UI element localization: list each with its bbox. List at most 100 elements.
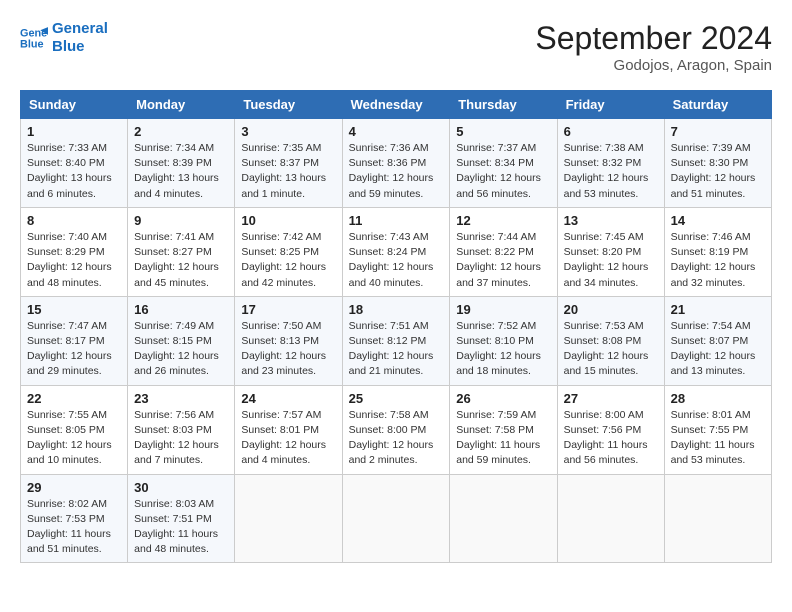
day-number: 14: [671, 213, 765, 228]
calendar-cell: 1 Sunrise: 7:33 AMSunset: 8:40 PMDaylight…: [21, 119, 128, 208]
calendar-cell: 17Sunrise: 7:50 AMSunset: 8:13 PMDayligh…: [235, 296, 342, 385]
day-info: Sunrise: 7:58 AMSunset: 8:00 PMDaylight:…: [349, 408, 444, 469]
day-info: Sunrise: 7:43 AMSunset: 8:24 PMDaylight:…: [349, 230, 444, 291]
calendar-cell: 9 Sunrise: 7:41 AMSunset: 8:27 PMDaylight…: [128, 207, 235, 296]
day-info: Sunrise: 8:02 AMSunset: 7:53 PMDaylight:…: [27, 497, 121, 558]
calendar-cell: 2 Sunrise: 7:34 AMSunset: 8:39 PMDaylight…: [128, 119, 235, 208]
svg-text:Blue: Blue: [20, 38, 44, 50]
weekday-header-thursday: Thursday: [450, 91, 557, 119]
day-info: Sunrise: 7:57 AMSunset: 8:01 PMDaylight:…: [241, 408, 335, 469]
day-number: 9: [134, 213, 228, 228]
day-number: 23: [134, 391, 228, 406]
calendar-cell: 16 Sunrise: 7:49 AMSunset: 8:15 PMDayligh…: [128, 296, 235, 385]
day-number: 21: [671, 302, 765, 317]
day-info: Sunrise: 7:50 AMSunset: 8:13 PMDaylight:…: [241, 319, 335, 380]
calendar-cell: 6Sunrise: 7:38 AMSunset: 8:32 PMDaylight…: [557, 119, 664, 208]
logo-line2: Blue: [52, 38, 108, 56]
weekday-header-wednesday: Wednesday: [342, 91, 450, 119]
calendar-cell: 12 Sunrise: 7:44 AMSunset: 8:22 PMDayligh…: [450, 207, 557, 296]
logo-icon: General Blue: [20, 24, 48, 52]
day-info: Sunrise: 7:35 AMSunset: 8:37 PMDaylight:…: [241, 141, 335, 202]
calendar-cell: 24 Sunrise: 7:57 AMSunset: 8:01 PMDayligh…: [235, 385, 342, 474]
calendar-table: SundayMondayTuesdayWednesdayThursdayFrid…: [20, 90, 772, 563]
calendar-cell: 23Sunrise: 7:56 AMSunset: 8:03 PMDayligh…: [128, 385, 235, 474]
calendar-cell: 22 Sunrise: 7:55 AMSunset: 8:05 PMDayligh…: [21, 385, 128, 474]
day-info: Sunrise: 7:40 AMSunset: 8:29 PMDaylight:…: [27, 230, 121, 291]
day-number: 19: [456, 302, 550, 317]
calendar-cell: 28 Sunrise: 8:01 AMSunset: 7:55 PMDayligh…: [664, 385, 771, 474]
day-info: Sunrise: 7:54 AMSunset: 8:07 PMDaylight:…: [671, 319, 765, 380]
calendar-week-row: 22 Sunrise: 7:55 AMSunset: 8:05 PMDayligh…: [21, 385, 772, 474]
calendar-cell: [342, 474, 450, 563]
weekday-header-tuesday: Tuesday: [235, 91, 342, 119]
day-number: 26: [456, 391, 550, 406]
day-info: Sunrise: 7:39 AMSunset: 8:30 PMDaylight:…: [671, 141, 765, 202]
calendar-cell: [235, 474, 342, 563]
day-number: 28: [671, 391, 765, 406]
calendar-week-row: 15Sunrise: 7:47 AMSunset: 8:17 PMDayligh…: [21, 296, 772, 385]
calendar-cell: 14 Sunrise: 7:46 AMSunset: 8:19 PMDayligh…: [664, 207, 771, 296]
day-number: 11: [349, 213, 444, 228]
title-block: September 2024 Godojos, Aragon, Spain: [535, 20, 772, 74]
calendar-cell: 10Sunrise: 7:42 AMSunset: 8:25 PMDayligh…: [235, 207, 342, 296]
day-number: 8: [27, 213, 121, 228]
day-info: Sunrise: 7:36 AMSunset: 8:36 PMDaylight:…: [349, 141, 444, 202]
day-number: 12: [456, 213, 550, 228]
day-info: Sunrise: 7:53 AMSunset: 8:08 PMDaylight:…: [564, 319, 658, 380]
day-number: 1: [27, 124, 121, 139]
calendar-cell: 21 Sunrise: 7:54 AMSunset: 8:07 PMDayligh…: [664, 296, 771, 385]
day-info: Sunrise: 7:33 AMSunset: 8:40 PMDaylight:…: [27, 141, 121, 202]
day-info: Sunrise: 8:00 AMSunset: 7:56 PMDaylight:…: [564, 408, 658, 469]
day-number: 16: [134, 302, 228, 317]
calendar-body: 1 Sunrise: 7:33 AMSunset: 8:40 PMDaylight…: [21, 119, 772, 563]
logo: General Blue General Blue: [20, 20, 108, 56]
calendar-week-row: 29 Sunrise: 8:02 AMSunset: 7:53 PMDayligh…: [21, 474, 772, 563]
day-info: Sunrise: 7:46 AMSunset: 8:19 PMDaylight:…: [671, 230, 765, 291]
calendar-cell: 19 Sunrise: 7:52 AMSunset: 8:10 PMDayligh…: [450, 296, 557, 385]
calendar-cell: [557, 474, 664, 563]
day-info: Sunrise: 7:44 AMSunset: 8:22 PMDaylight:…: [456, 230, 550, 291]
day-info: Sunrise: 7:37 AMSunset: 8:34 PMDaylight:…: [456, 141, 550, 202]
day-number: 18: [349, 302, 444, 317]
calendar-week-row: 8 Sunrise: 7:40 AMSunset: 8:29 PMDaylight…: [21, 207, 772, 296]
calendar-cell: 20 Sunrise: 7:53 AMSunset: 8:08 PMDayligh…: [557, 296, 664, 385]
calendar-cell: 5Sunrise: 7:37 AMSunset: 8:34 PMDaylight…: [450, 119, 557, 208]
calendar-cell: 7Sunrise: 7:39 AMSunset: 8:30 PMDaylight…: [664, 119, 771, 208]
day-number: 27: [564, 391, 658, 406]
day-info: Sunrise: 8:01 AMSunset: 7:55 PMDaylight:…: [671, 408, 765, 469]
calendar-cell: 4 Sunrise: 7:36 AMSunset: 8:36 PMDaylight…: [342, 119, 450, 208]
weekday-header-sunday: Sunday: [21, 91, 128, 119]
weekday-header-friday: Friday: [557, 91, 664, 119]
day-number: 20: [564, 302, 658, 317]
calendar-cell: 25 Sunrise: 7:58 AMSunset: 8:00 PMDayligh…: [342, 385, 450, 474]
day-number: 4: [349, 124, 444, 139]
day-number: 3: [241, 124, 335, 139]
logo-line1: General: [52, 20, 108, 38]
page-header: General Blue General Blue September 2024…: [20, 20, 772, 74]
day-info: Sunrise: 7:38 AMSunset: 8:32 PMDaylight:…: [564, 141, 658, 202]
day-number: 25: [349, 391, 444, 406]
day-number: 13: [564, 213, 658, 228]
month-title: September 2024: [535, 20, 772, 57]
calendar-cell: 11 Sunrise: 7:43 AMSunset: 8:24 PMDayligh…: [342, 207, 450, 296]
calendar-cell: 3 Sunrise: 7:35 AMSunset: 8:37 PMDaylight…: [235, 119, 342, 208]
day-info: Sunrise: 7:45 AMSunset: 8:20 PMDaylight:…: [564, 230, 658, 291]
calendar-cell: 18 Sunrise: 7:51 AMSunset: 8:12 PMDayligh…: [342, 296, 450, 385]
weekday-header-saturday: Saturday: [664, 91, 771, 119]
calendar-cell: 8 Sunrise: 7:40 AMSunset: 8:29 PMDaylight…: [21, 207, 128, 296]
day-number: 29: [27, 480, 121, 495]
day-info: Sunrise: 7:51 AMSunset: 8:12 PMDaylight:…: [349, 319, 444, 380]
day-number: 24: [241, 391, 335, 406]
location-subtitle: Godojos, Aragon, Spain: [535, 57, 772, 74]
day-info: Sunrise: 7:34 AMSunset: 8:39 PMDaylight:…: [134, 141, 228, 202]
calendar-week-row: 1 Sunrise: 7:33 AMSunset: 8:40 PMDaylight…: [21, 119, 772, 208]
day-info: Sunrise: 7:41 AMSunset: 8:27 PMDaylight:…: [134, 230, 228, 291]
day-info: Sunrise: 7:52 AMSunset: 8:10 PMDaylight:…: [456, 319, 550, 380]
calendar-cell: [450, 474, 557, 563]
day-number: 22: [27, 391, 121, 406]
calendar-cell: 29 Sunrise: 8:02 AMSunset: 7:53 PMDayligh…: [21, 474, 128, 563]
weekday-header-row: SundayMondayTuesdayWednesdayThursdayFrid…: [21, 91, 772, 119]
day-number: 2: [134, 124, 228, 139]
day-info: Sunrise: 7:49 AMSunset: 8:15 PMDaylight:…: [134, 319, 228, 380]
day-info: Sunrise: 7:55 AMSunset: 8:05 PMDaylight:…: [27, 408, 121, 469]
